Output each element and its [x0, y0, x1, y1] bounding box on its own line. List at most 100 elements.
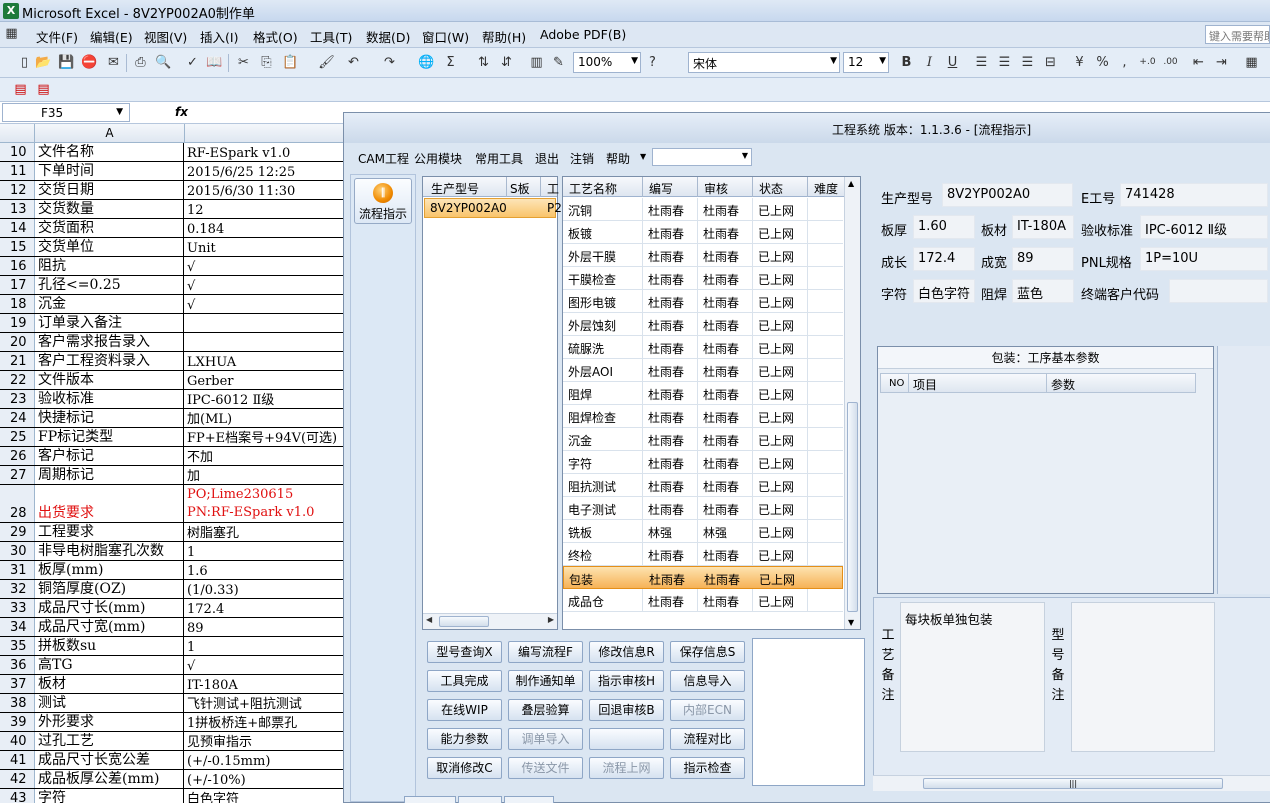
cell-b[interactable]: Gerber — [185, 371, 346, 389]
font-size-select[interactable]: 12 ▼ — [843, 52, 889, 73]
cell-b[interactable] — [185, 314, 346, 332]
action-button[interactable]: 在线WIP — [427, 699, 502, 721]
font-name-select[interactable]: 宋体 ▼ — [688, 52, 840, 73]
menu-help[interactable]: 帮助(H) — [482, 27, 526, 46]
scroll-thumb[interactable] — [847, 402, 858, 612]
process-row[interactable]: 外层蚀刻 杜雨春 杜雨春 已上网 — [563, 313, 843, 336]
cell-b[interactable]: Unit — [185, 238, 346, 256]
row-header[interactable]: 19 — [0, 314, 35, 332]
header-author[interactable]: 编写 — [649, 180, 673, 197]
process-row[interactable]: 板镀 杜雨春 杜雨春 已上网 — [563, 221, 843, 244]
process-row[interactable]: 干膜检查 杜雨春 杜雨春 已上网 — [563, 267, 843, 290]
acceptance-standard-field[interactable]: IPC-6012 Ⅱ级 — [1140, 215, 1268, 239]
header-difficulty[interactable]: 难度 — [814, 180, 838, 197]
cell-a[interactable]: 下单时间 — [36, 162, 184, 180]
cell-b[interactable]: 2015/6/30 11:30 — [185, 181, 346, 199]
cell-a[interactable]: 文件名称 — [36, 143, 184, 161]
cam-menu-cam[interactable]: CAM工程 — [358, 150, 409, 167]
header-status[interactable]: 状态 — [759, 180, 783, 197]
action-button[interactable]: 取消修改C — [427, 757, 502, 779]
cell-a[interactable]: 成品尺寸长宽公差 — [36, 751, 184, 769]
action-button[interactable]: 流程对比 — [670, 728, 745, 750]
help-icon[interactable]: ? — [644, 54, 661, 71]
cell-a[interactable]: 板材 — [36, 675, 184, 693]
cell-b[interactable]: √ — [185, 257, 346, 275]
process-row[interactable]: 外层AOI 杜雨春 杜雨春 已上网 — [563, 359, 843, 382]
decrease-indent-icon[interactable]: ⇤ — [1190, 54, 1207, 71]
print-icon[interactable]: ⎙ — [132, 54, 149, 71]
cell-b[interactable]: 2015/6/25 12:25 — [185, 162, 346, 180]
header-model[interactable]: 生产型号 — [431, 180, 479, 197]
row-header[interactable]: 26 — [0, 447, 35, 465]
cell-a[interactable]: 周期标记 — [36, 466, 184, 484]
undo-icon[interactable]: ↶ — [345, 54, 362, 71]
increase-indent-icon[interactable]: ⇥ — [1213, 54, 1230, 71]
row-header[interactable]: 10 — [0, 143, 35, 161]
action-button[interactable]: 调单导入 — [508, 728, 583, 750]
cell-b[interactable]: (+/-10%) — [185, 770, 346, 788]
row-header[interactable]: 25 — [0, 428, 35, 446]
cam-menu-common-module[interactable]: 公用模块 — [414, 150, 462, 167]
pnl-spec-field[interactable]: 1P=10U — [1140, 247, 1268, 271]
cell-b[interactable]: 1 — [185, 542, 346, 560]
cell-b[interactable]: IPC-6012 Ⅱ级 — [185, 390, 346, 408]
cell-b[interactable]: IT-180A — [185, 675, 346, 693]
action-button[interactable]: 型号查询X — [427, 641, 502, 663]
action-button[interactable]: 能力参数 — [427, 728, 502, 750]
action-button[interactable]: 内部ECN — [670, 699, 745, 721]
cell-a[interactable]: 交货面积 — [36, 219, 184, 237]
process-row[interactable]: 硫脲洗 杜雨春 杜雨春 已上网 — [563, 336, 843, 359]
e-number-field[interactable]: 741428 — [1120, 183, 1268, 207]
menu-file[interactable]: 文件(F) — [36, 27, 78, 46]
remarks-hscrollbar[interactable]: ||| — [873, 775, 1270, 791]
permission-icon[interactable]: ⛔ — [81, 54, 98, 71]
align-right-icon[interactable]: ☰ — [1019, 54, 1036, 71]
paste-icon[interactable]: 📋 — [282, 54, 299, 71]
cell-a[interactable]: 订单录入备注 — [36, 314, 184, 332]
cell-b[interactable]: 树脂塞孔 — [185, 523, 346, 541]
process-row[interactable]: 图形电镀 杜雨春 杜雨春 已上网 — [563, 290, 843, 313]
process-row[interactable]: 字符 杜雨春 杜雨春 已上网 — [563, 451, 843, 474]
cell-b[interactable]: (1/0.33) — [185, 580, 346, 598]
cut-icon[interactable]: ✂ — [235, 54, 252, 71]
cell-b[interactable]: (+/-0.15mm) — [185, 751, 346, 769]
merge-center-icon[interactable]: ⊟ — [1042, 54, 1059, 71]
print-preview-icon[interactable]: 🔍 — [155, 54, 172, 71]
row-header[interactable]: 39 — [0, 713, 35, 731]
row-header[interactable]: 22 — [0, 371, 35, 389]
menu-tools[interactable]: 工具(T) — [310, 27, 352, 46]
autosum-icon[interactable]: Σ — [442, 54, 459, 71]
cam-menu-logout[interactable]: 注销 — [570, 150, 594, 167]
header-no[interactable]: NO — [889, 378, 904, 389]
row-header[interactable]: 15 — [0, 238, 35, 256]
name-box[interactable]: F35 ▼ — [2, 103, 130, 122]
sort-descending-icon[interactable]: ⇵ — [498, 54, 515, 71]
cell-a[interactable]: 工程要求 — [36, 523, 184, 541]
header-reviewer[interactable]: 审核 — [704, 180, 728, 197]
row-header[interactable]: 32 — [0, 580, 35, 598]
process-row[interactable]: 阻焊检查 杜雨春 杜雨春 已上网 — [563, 405, 843, 428]
cell-a[interactable]: 出货要求 — [36, 485, 184, 522]
cell-b[interactable]: 12 — [185, 200, 346, 218]
open-icon[interactable]: 📂 — [35, 54, 52, 71]
model-row-selected[interactable]: 8V2YP002A0 P2 — [424, 198, 562, 218]
row-header[interactable]: 31 — [0, 561, 35, 579]
action-button[interactable]: 编写流程F — [508, 641, 583, 663]
cell-b[interactable]: 172.4 — [185, 599, 346, 617]
process-list-vscrollbar[interactable]: ▲ ▼ — [844, 177, 860, 629]
row-header[interactable]: 35 — [0, 637, 35, 655]
cell-a[interactable]: FP标记类型 — [36, 428, 184, 446]
cell-b[interactable]: 不加 — [185, 447, 346, 465]
italic-icon[interactable]: I — [921, 54, 938, 71]
cell-a[interactable]: 高TG — [36, 656, 184, 674]
model-list-hscrollbar[interactable]: ◀ ▶ — [423, 613, 557, 629]
thickness-field[interactable]: 1.60 — [913, 215, 975, 239]
drawing-icon[interactable]: ✎ — [550, 54, 567, 71]
cell-a[interactable]: 文件版本 — [36, 371, 184, 389]
action-button[interactable]: 回退审核B — [589, 699, 664, 721]
cam-menu-common-tools[interactable]: 常用工具 — [475, 150, 523, 167]
pdf-mail-icon[interactable]: ▤ — [35, 81, 52, 98]
header-param[interactable]: 参数 — [1051, 376, 1075, 393]
row-header[interactable]: 40 — [0, 732, 35, 750]
currency-icon[interactable]: ¥ — [1071, 54, 1088, 71]
